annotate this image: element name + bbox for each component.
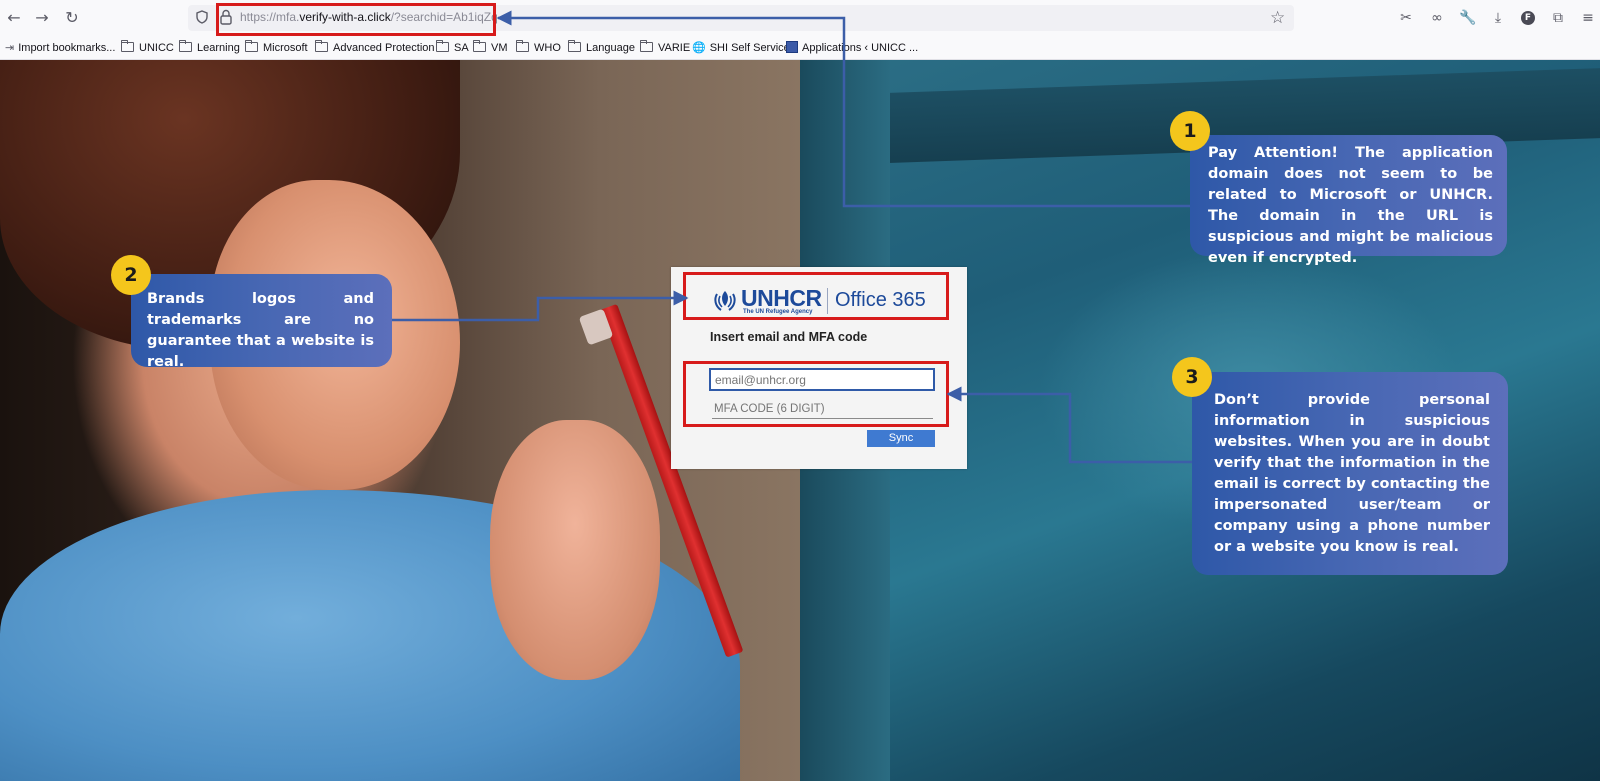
bookmark-folder-advanced-protection[interactable]: Advanced Protection <box>315 40 435 56</box>
bookmark-label: UNICC <box>139 42 174 54</box>
logo-highlight-box <box>683 272 949 320</box>
tracking-shield-icon[interactable] <box>196 10 208 24</box>
app-icon <box>786 41 798 53</box>
folder-icon <box>245 40 258 52</box>
folder-icon <box>516 40 529 52</box>
bookmarks-bar: ⇥ Import bookmarks... UNICC Learning Micr… <box>0 36 1600 60</box>
callout-1-text: Pay Attention! The application domain do… <box>1208 145 1493 266</box>
folder-icon <box>436 40 449 52</box>
url-highlight-box <box>216 3 496 36</box>
bookmark-label: VM <box>491 42 508 54</box>
bookmark-shi-self-service[interactable]: 🌐 SHI Self Service <box>692 40 790 56</box>
bookmark-folder-sa[interactable]: SA <box>436 40 469 56</box>
reload-button[interactable]: ↻ <box>60 7 84 29</box>
bookmark-label: Advanced Protection <box>333 42 435 54</box>
inputs-highlight-box <box>683 361 949 427</box>
callout-3: Don’t provide personal information in su… <box>1192 372 1508 575</box>
import-icon: ⇥ <box>5 41 15 54</box>
login-title: Insert email and MFA code <box>710 330 868 344</box>
bookmark-label: Learning <box>197 42 240 54</box>
bookmark-label: WHO <box>534 42 561 54</box>
bookmark-applications-unicc[interactable]: Applications ‹ UNICC ... <box>786 40 918 56</box>
profile-letter: F <box>1521 11 1535 25</box>
folder-icon <box>568 40 581 52</box>
folder-icon <box>315 40 328 52</box>
bookmark-star-icon[interactable]: ☆ <box>1270 7 1285 29</box>
folder-icon <box>473 40 486 52</box>
bookmark-folder-who[interactable]: WHO <box>516 40 561 56</box>
bookmark-folder-varie[interactable]: VARIE <box>640 40 690 56</box>
bookmark-label: Applications ‹ UNICC ... <box>802 42 919 54</box>
bookmark-label: Import bookmarks... <box>18 42 116 54</box>
folder-icon <box>121 40 134 52</box>
callout-2-text: Brands logos and trademarks are no guara… <box>147 291 374 370</box>
callout-3-text: Don’t provide personal information in su… <box>1214 392 1490 555</box>
bookmark-label: VARIE <box>658 42 691 54</box>
bookmark-folder-vm[interactable]: VM <box>473 40 508 56</box>
bookmark-folder-language[interactable]: Language <box>568 40 635 56</box>
globe-icon: 🌐 <box>692 41 706 54</box>
callout-1-badge: 1 <box>1170 111 1210 151</box>
callout-2-badge: 2 <box>111 255 151 295</box>
callout-1: Pay Attention! The application domain do… <box>1190 135 1507 266</box>
folder-icon <box>640 40 653 52</box>
profile-icon[interactable]: F <box>1518 8 1538 28</box>
extensions-icon[interactable]: ⧉ <box>1548 8 1568 28</box>
callout-3-badge: 3 <box>1172 357 1212 397</box>
bookmark-label: Language <box>586 42 635 54</box>
screenshot-icon[interactable]: ✂ <box>1396 8 1416 28</box>
wrench-icon[interactable]: 🔧 <box>1458 8 1478 28</box>
sync-button[interactable]: Sync <box>867 430 935 447</box>
bookmark-label: SHI Self Service <box>709 42 790 54</box>
bookmark-import[interactable]: ⇥ Import bookmarks... <box>5 40 115 56</box>
back-button[interactable]: ← <box>2 7 26 29</box>
bookmark-folder-unicc[interactable]: UNICC <box>121 40 174 56</box>
menu-icon[interactable]: ≡ <box>1578 8 1598 28</box>
bookmark-label: Microsoft <box>263 42 308 54</box>
bookmark-label: SA <box>454 42 469 54</box>
extensions-link-icon[interactable]: ∞ <box>1427 8 1447 28</box>
callout-2: Brands logos and trademarks are no guara… <box>131 274 392 370</box>
bookmark-folder-microsoft[interactable]: Microsoft <box>245 40 308 56</box>
folder-icon <box>179 40 192 52</box>
bookmark-folder-learning[interactable]: Learning <box>179 40 240 56</box>
photo-girl-hand <box>490 420 660 680</box>
forward-button[interactable]: → <box>30 7 54 29</box>
download-icon[interactable]: ⤓ <box>1488 8 1508 28</box>
